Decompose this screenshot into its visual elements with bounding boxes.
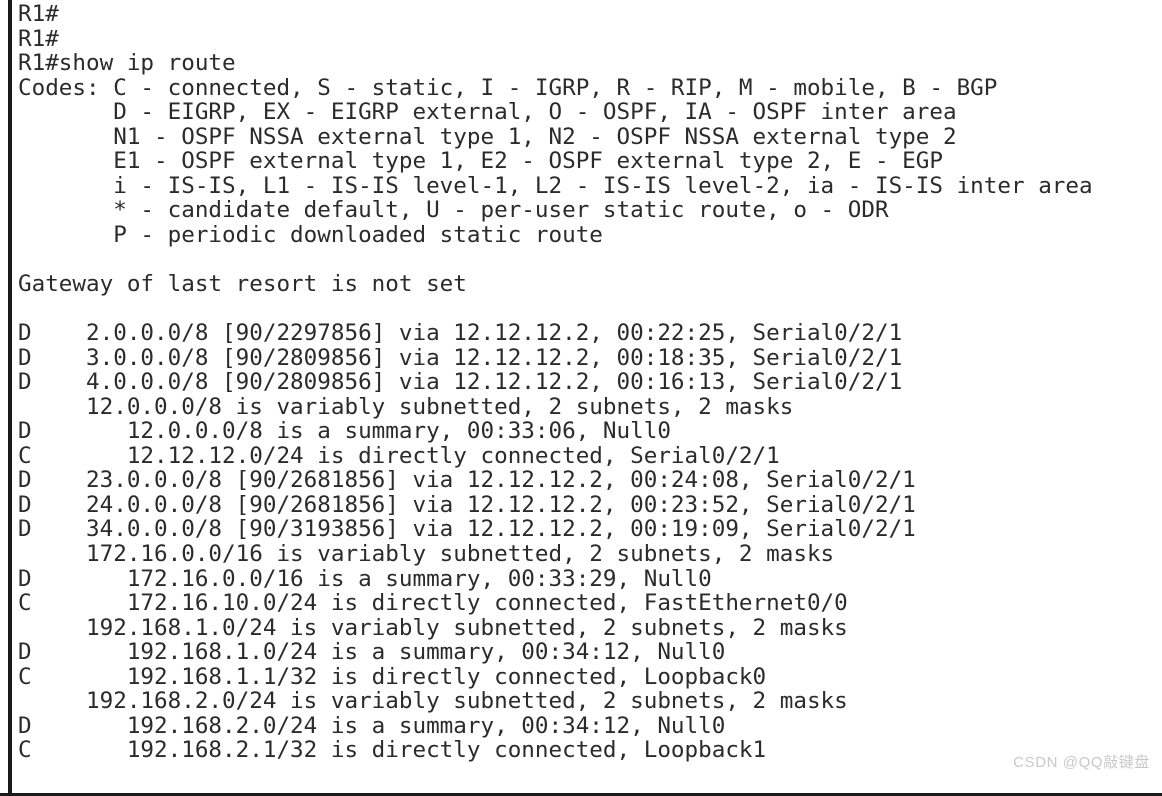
terminal-line: C 192.168.2.1/32 is directly connected, … xyxy=(18,737,767,764)
terminal-line: C 172.16.10.0/24 is directly connected, … xyxy=(18,590,848,617)
terminal-line: C 12.12.12.0/24 is directly connected, S… xyxy=(18,442,780,469)
terminal-line: D 34.0.0.0/8 [90/3193856] via 12.12.12.2… xyxy=(18,516,916,543)
terminal-line: Codes: C - connected, S - static, I - IG… xyxy=(18,74,998,101)
terminal-line: D 172.16.0.0/16 is a summary, 00:33:29, … xyxy=(18,565,712,592)
terminal-line: D 3.0.0.0/8 [90/2809856] via 12.12.12.2,… xyxy=(18,344,903,371)
terminal-line: 12.0.0.0/8 is variably subnetted, 2 subn… xyxy=(18,393,794,420)
terminal-screenshot: R1# R1# R1#show ip route Codes: C - connect… xyxy=(0,0,1162,796)
terminal-line: D 23.0.0.0/8 [90/2681856] via 12.12.12.2… xyxy=(18,467,916,494)
terminal-line: i - IS-IS, L1 - IS-IS level-1, L2 - IS-I… xyxy=(18,172,1093,199)
terminal-line: N1 - OSPF NSSA external type 1, N2 - OSP… xyxy=(18,123,957,150)
terminal-line: * - candidate default, U - per-user stat… xyxy=(18,197,889,224)
terminal-line: D 192.168.1.0/24 is a summary, 00:34:12,… xyxy=(18,639,726,666)
terminal-output[interactable]: R1# R1# R1#show ip route Codes: C - connect… xyxy=(18,2,1158,796)
terminal-line: Gateway of last resort is not set xyxy=(18,271,467,298)
terminal-line: 192.168.2.0/24 is variably subnetted, 2 … xyxy=(18,688,848,715)
terminal-line: D - EIGRP, EX - EIGRP external, O - OSPF… xyxy=(18,99,957,126)
left-border-rule xyxy=(8,0,12,796)
terminal-line: D 24.0.0.0/8 [90/2681856] via 12.12.12.2… xyxy=(18,491,916,518)
terminal-line: R1# xyxy=(18,1,59,27)
terminal-line: P - periodic downloaded static route xyxy=(18,221,603,248)
terminal-line: D 192.168.2.0/24 is a summary, 00:34:12,… xyxy=(18,712,726,739)
terminal-line: D 12.0.0.0/8 is a summary, 00:33:06, Nul… xyxy=(18,418,671,445)
terminal-line: D 4.0.0.0/8 [90/2809856] via 12.12.12.2,… xyxy=(18,369,903,396)
terminal-line: E1 - OSPF external type 1, E2 - OSPF ext… xyxy=(18,148,943,175)
terminal-line: R1#show ip route xyxy=(18,50,236,77)
terminal-line: D 2.0.0.0/8 [90/2297856] via 12.12.12.2,… xyxy=(18,320,903,347)
terminal-line: 172.16.0.0/16 is variably subnetted, 2 s… xyxy=(18,541,835,568)
terminal-line: C 192.168.1.1/32 is directly connected, … xyxy=(18,663,767,690)
csdn-watermark: CSDN @QQ敲键盘 xyxy=(1013,754,1150,771)
terminal-line: R1# xyxy=(18,25,59,52)
terminal-line: 192.168.1.0/24 is variably subnetted, 2 … xyxy=(18,614,848,641)
